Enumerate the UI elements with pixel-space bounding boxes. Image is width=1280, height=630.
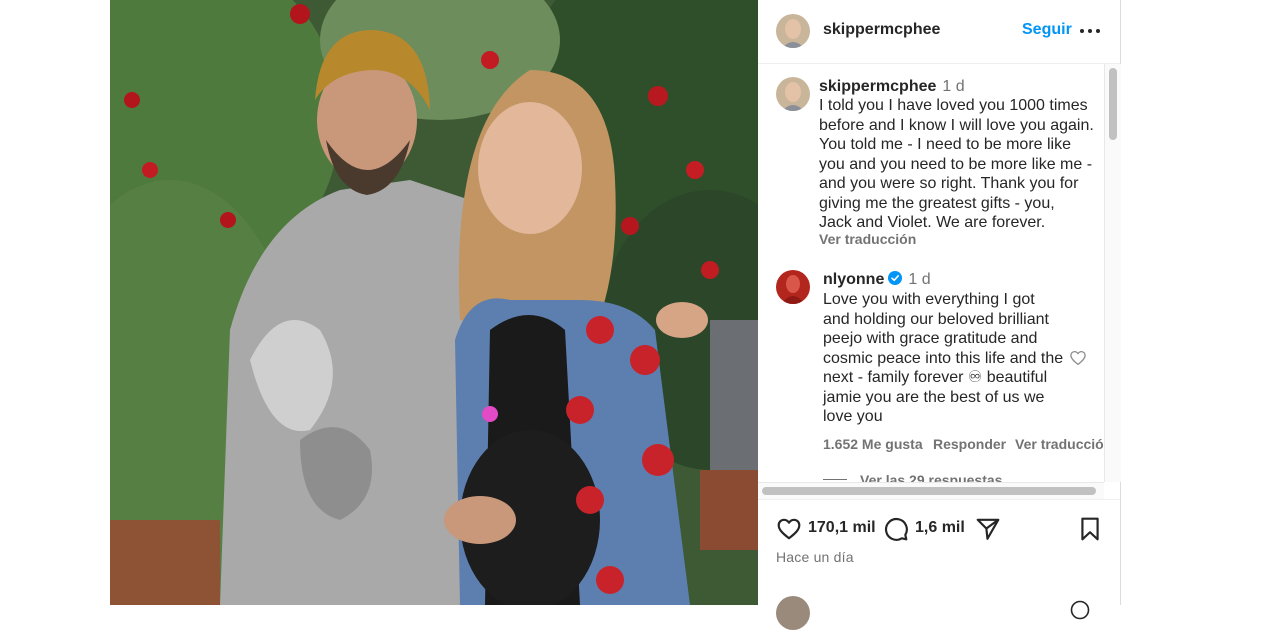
caption-line: you and you need to be more like me -: [819, 155, 1093, 173]
caption-time: 1 d: [942, 78, 965, 95]
comment-likes[interactable]: 1.652 Me gusta: [823, 436, 923, 452]
comment-like-heart-icon[interactable]: [1069, 349, 1087, 367]
likes-count[interactable]: 170,1 mil: [808, 519, 876, 537]
comment-line: Love you with everything I got: [823, 291, 1035, 308]
more-icon[interactable]: [1078, 22, 1102, 40]
caption-line: You told me - I need to be more like: [819, 136, 1071, 153]
post-header: skippermcphee Seguir: [758, 0, 1120, 64]
emoji-icon[interactable]: [1070, 600, 1090, 620]
comment-line: next - family forever ♾ beautiful: [823, 369, 1048, 386]
vertical-scrollbar[interactable]: [1104, 64, 1121, 482]
vertical-scroll-thumb[interactable]: [1109, 68, 1117, 140]
caption-line: I told you I have loved you 1000 times: [819, 97, 1088, 114]
view-replies-link[interactable]: Ver las 29 respuestas: [860, 472, 1002, 482]
comment-header: nlyonne 1 d: [823, 270, 931, 290]
caption-line: giving me the greatest gifts - you,: [819, 194, 1055, 212]
author-avatar[interactable]: [776, 14, 810, 48]
caption-line: before and I know I will love you again.: [819, 116, 1094, 134]
post-side-panel: skippermcphee Seguir skippermcphee 1 d I …: [758, 0, 1121, 630]
share-icon[interactable]: [975, 516, 1001, 542]
comment-text: Love you with everything I got and holdi…: [823, 290, 1063, 427]
comments-list[interactable]: skippermcphee 1 d I told you I have loved…: [758, 64, 1104, 482]
replies-divider: [823, 479, 847, 480]
caption-username[interactable]: skippermcphee: [819, 78, 936, 95]
comment-icon[interactable]: [883, 516, 909, 542]
current-user-avatar: [776, 596, 810, 630]
caption-line: Jack and Violet. We are forever.: [819, 214, 1046, 231]
photo-illustration: [110, 0, 758, 605]
follow-button[interactable]: Seguir: [1022, 21, 1072, 39]
verified-icon: [888, 271, 903, 285]
heart-icon[interactable]: [776, 516, 802, 542]
comment-line: and holding our beloved brilliant: [823, 310, 1049, 328]
comment-line: peejo with grace gratitude and: [823, 330, 1038, 347]
horizontal-scrollbar[interactable]: [758, 482, 1104, 499]
caption-header: skippermcphee 1 d: [819, 77, 965, 97]
caption-translate-link[interactable]: Ver traducción: [819, 231, 916, 247]
bookmark-icon[interactable]: [1077, 516, 1103, 542]
comment-line: love you: [823, 408, 883, 425]
caption-line: and you were so right. Thank you for: [819, 175, 1079, 192]
caption-text: I told you I have loved you 1000 times b…: [819, 96, 1094, 233]
post-timestamp[interactable]: Hace un día: [776, 549, 854, 565]
commenter-avatar[interactable]: [776, 270, 810, 304]
comments-count[interactable]: 1,6 mil: [915, 519, 965, 537]
commenter-username[interactable]: nlyonne: [823, 271, 884, 288]
comment-line: cosmic peace into this life and the: [823, 349, 1064, 367]
caption-avatar[interactable]: [776, 77, 810, 111]
comment-translate-link[interactable]: Ver traducción: [1015, 436, 1104, 452]
comment-time: 1 d: [908, 271, 931, 288]
comment-line: jamie you are the best of us we: [823, 388, 1045, 406]
horizontal-scroll-thumb[interactable]: [762, 487, 1096, 495]
post-actions: 170,1 mil 1,6 mil Hace un día: [758, 499, 1120, 630]
post-photo[interactable]: [110, 0, 758, 605]
author-username[interactable]: skippermcphee: [823, 21, 940, 39]
reply-button[interactable]: Responder: [933, 436, 1006, 452]
